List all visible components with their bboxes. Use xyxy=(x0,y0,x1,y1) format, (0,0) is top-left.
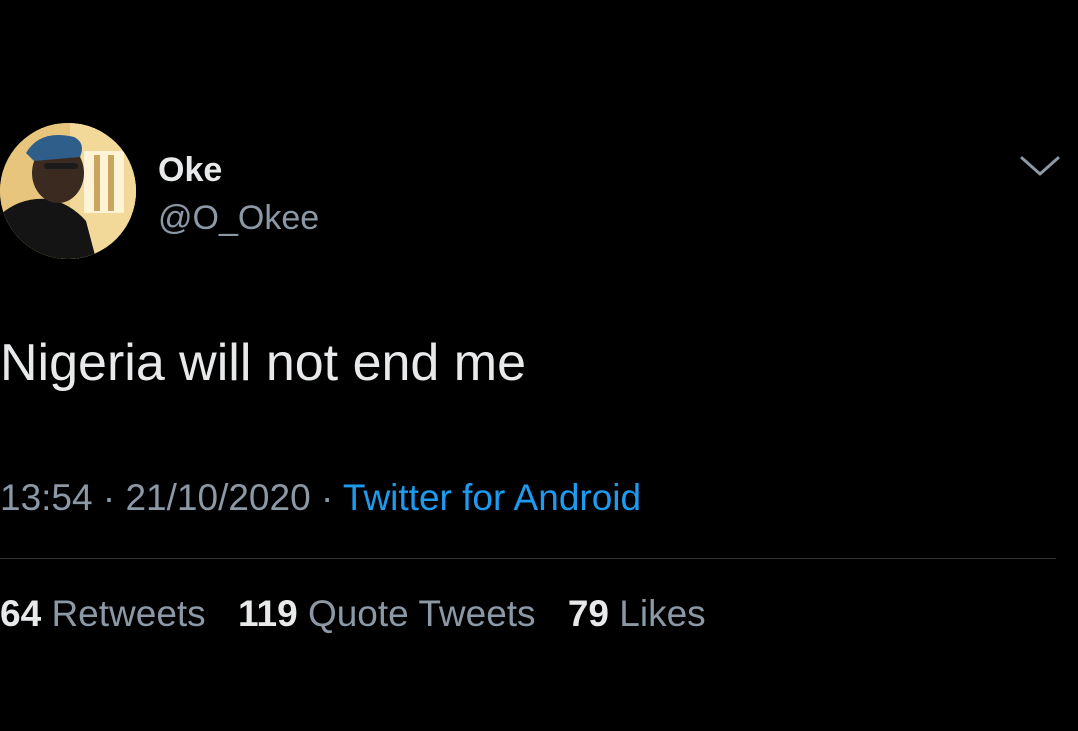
likes-stat[interactable]: 79 Likes xyxy=(568,593,706,634)
likes-count: 79 xyxy=(567,593,609,634)
retweets-label: Retweets xyxy=(51,593,206,634)
quote-tweets-stat[interactable]: 119 Quote Tweets xyxy=(238,593,536,634)
tweet-text: Nigeria will not end me xyxy=(0,334,527,392)
tweet-time[interactable]: 13:54 xyxy=(0,477,93,518)
tweet-stats: 64 Retweets 119 Quote Tweets 79 Likes xyxy=(0,592,728,636)
tweet-meta: 13:54 · 21/10/2020 · Twitter for Android xyxy=(0,476,641,520)
tweet-date[interactable]: 21/10/2020 xyxy=(125,477,310,518)
author-handle[interactable]: @O_Okee xyxy=(158,198,319,238)
tweet-detail: Oke @O_Okee Nigeria will not end me 13:5… xyxy=(0,0,1078,731)
quote-tweets-label: Quote Tweets xyxy=(307,593,536,634)
meta-separator: · xyxy=(102,477,116,518)
profile-photo-icon xyxy=(0,123,136,259)
meta-separator: · xyxy=(320,477,334,518)
retweets-stat[interactable]: 64 Retweets xyxy=(0,593,206,634)
likes-label: Likes xyxy=(619,593,706,634)
author-display-name[interactable]: Oke xyxy=(158,150,222,190)
avatar[interactable] xyxy=(0,123,136,259)
quote-tweets-count: 119 xyxy=(237,593,298,634)
divider xyxy=(0,558,1056,559)
retweets-count: 64 xyxy=(0,593,42,634)
tweet-source-link[interactable]: Twitter for Android xyxy=(343,477,641,518)
chevron-down-icon[interactable] xyxy=(1016,148,1064,184)
